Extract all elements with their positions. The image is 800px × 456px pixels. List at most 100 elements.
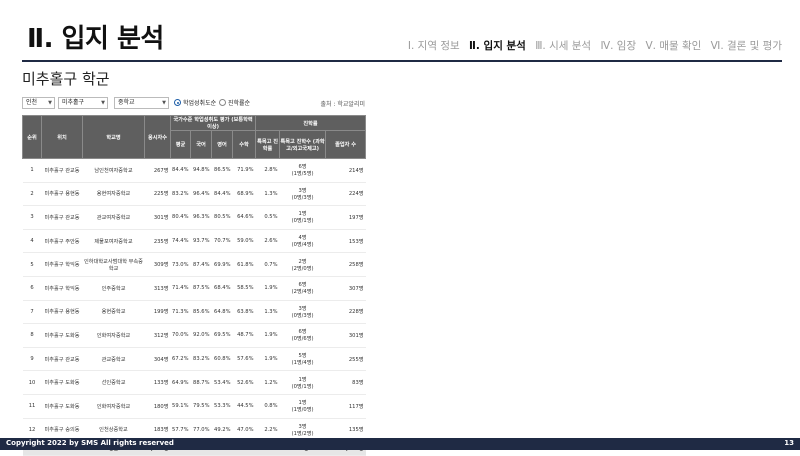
header-school: 학교명: [82, 115, 145, 159]
location-cell: 미추홀구 관교동: [41, 158, 83, 183]
special-count-total: 1명: [298, 400, 307, 407]
location-cell: 미추홀구 도화동: [41, 394, 83, 419]
special-rate-cell: 0.8%: [255, 394, 280, 419]
special-count-detail: (0명/3명): [291, 312, 314, 319]
avg-cell: 59.1%: [170, 394, 191, 419]
location-cell: 미추홀구 학익동: [41, 252, 83, 277]
page-number: 13: [784, 439, 794, 447]
rank-cell: 4: [22, 229, 42, 254]
avg-cell: 84.4%: [170, 158, 191, 183]
special-count-total: 2명: [298, 258, 307, 265]
english-cell: 53.3%: [211, 394, 233, 419]
math-cell: 57.6%: [232, 347, 256, 372]
special-rate-cell: 1.2%: [255, 370, 280, 395]
special-rate-cell: 1.9%: [255, 276, 280, 301]
table-body: 1 미추홀구 관교동 남인천여자중학교 267명 84.4% 94.8% 86.5% 71.9…: [22, 158, 366, 456]
special-rate-cell: 1.9%: [255, 347, 280, 372]
nav-item-conclusion[interactable]: Ⅵ. 결론 및 평가: [711, 40, 782, 52]
graduates-cell: 228명: [325, 300, 366, 325]
special-count-detail: (2명/0명): [291, 265, 314, 272]
chevron-down-icon: ▼: [101, 100, 105, 106]
school-type-select[interactable]: 중학교 ▼: [114, 97, 169, 109]
rank-cell: 8: [22, 323, 42, 348]
header-location: 위치: [41, 115, 83, 159]
korean-cell: 92.0%: [190, 323, 212, 348]
header-students: 응시자수: [144, 115, 171, 159]
english-cell: 80.5%: [211, 205, 233, 230]
special-count-detail: (1명/2명): [291, 430, 314, 437]
school-cell: 관교여자중학교: [82, 205, 145, 230]
header-achievement-group: 국가수준 학업성취도 평가 (보통학력이상): [169, 115, 257, 131]
special-rate-cell: 1.3%: [255, 182, 280, 207]
math-cell: 64.6%: [232, 205, 256, 230]
city-select[interactable]: 인천 ▼: [22, 97, 55, 109]
special-count-cell: 6명 (0명/6명): [279, 323, 326, 348]
rank-cell: 11: [22, 394, 42, 419]
table-row: 4 미추홀구 주안동 제물포여자중학교 235명 74.4% 93.7% 70.7% 59.0…: [22, 229, 366, 254]
nav-item-site-visit[interactable]: Ⅳ. 임장: [600, 40, 636, 52]
header-special-count: 특목고 진학수 (과학고/외고국제고): [279, 130, 327, 159]
english-cell: 68.4%: [211, 276, 233, 301]
header-divider: [22, 60, 782, 62]
english-cell: 86.5%: [211, 158, 233, 183]
special-rate-cell: 2.6%: [255, 229, 280, 254]
special-count-detail: (0명/1명): [291, 383, 314, 390]
math-cell: 44.5%: [232, 394, 256, 419]
district-select-value: 미추홀구: [62, 99, 85, 106]
special-rate-cell: 0.7%: [255, 252, 280, 277]
students-cell: 309명: [144, 252, 171, 277]
students-cell: 199명: [144, 300, 171, 325]
district-select[interactable]: 미추홀구 ▼: [58, 97, 108, 109]
english-cell: 69.9%: [211, 252, 233, 277]
school-cell: 인하대학교사범대학 부속중학교: [82, 252, 145, 277]
sort-advance-radio[interactable]: 진학률순: [219, 98, 250, 107]
math-cell: 71.9%: [232, 158, 256, 183]
special-count-detail: (1명/0명): [291, 407, 314, 414]
special-count-cell: 6명 (2명/4명): [279, 276, 326, 301]
korean-cell: 83.2%: [190, 347, 212, 372]
students-cell: 267명: [144, 158, 171, 183]
sort-achievement-radio[interactable]: 학업성취도순: [174, 98, 216, 107]
graduates-cell: 307명: [325, 276, 366, 301]
special-count-cell: 1명 (0명/1명): [279, 370, 326, 395]
header-rank: 순위: [22, 115, 42, 159]
table-row: 7 미추홀구 용현동 용현중학교 199명 71.3% 85.6% 64.8% 63.8% 1.…: [22, 300, 366, 325]
english-cell: 53.4%: [211, 370, 233, 395]
avg-cell: 70.0%: [170, 323, 191, 348]
school-cell: 제물포여자중학교: [82, 229, 145, 254]
school-cell: 인화여자중학교: [82, 323, 145, 348]
nav-item-listing-check[interactable]: Ⅴ. 매물 확인: [645, 40, 701, 52]
location-cell: 미추홀구 관교동: [41, 205, 83, 230]
avg-cell: 74.4%: [170, 229, 191, 254]
header-math: 수학: [231, 130, 257, 159]
avg-cell: 83.2%: [170, 182, 191, 207]
sort-advance-label: 진학률순: [228, 100, 251, 107]
rank-cell: 7: [22, 300, 42, 325]
avg-cell: 64.9%: [170, 370, 191, 395]
school-cell: 관교중학교: [82, 347, 145, 372]
nav-item-region-info[interactable]: Ⅰ. 지역 정보: [408, 40, 460, 52]
special-count-total: 6명: [298, 164, 307, 171]
school-ranking-table: 순위 위치 학교명 응시자수 국가수준 학업성취도 평가 (보통학력이상) 진학…: [22, 115, 367, 456]
special-count-total: 1명: [298, 376, 307, 383]
table-row: 3 미추홀구 관교동 관교여자중학교 301명 80.4% 96.3% 80.5% 64.6%…: [22, 205, 366, 230]
header-korean: 국어: [190, 130, 212, 159]
graduates-cell: 117명: [325, 394, 366, 419]
chevron-down-icon: ▼: [48, 100, 52, 106]
special-count-total: 5명: [298, 353, 307, 360]
special-count-detail: (0명/3명): [291, 194, 314, 201]
special-count-total: 3명: [298, 187, 307, 194]
nav-item-price-analysis[interactable]: Ⅲ. 시세 분석: [535, 40, 591, 52]
graduates-cell: 83명: [325, 370, 366, 395]
nav-item-location-analysis[interactable]: Ⅱ. 입지 분석: [469, 40, 526, 52]
special-count-detail: (0명/4명): [291, 242, 314, 249]
table-row: 5 미추홀구 학익동 인하대학교사범대학 부속중학교 309명 73.0% 87.4% 69…: [22, 252, 366, 277]
page-title: Ⅱ. 입지 분석: [27, 24, 164, 54]
korean-cell: 88.7%: [190, 370, 212, 395]
special-count-total: 3명: [298, 423, 307, 430]
english-cell: 60.8%: [211, 347, 233, 372]
location-cell: 미추홀구 주안동: [41, 229, 83, 254]
copyright-text: Copyright 2022 by SMS All rights reserve…: [6, 439, 174, 447]
location-cell: 미추홀구 도화동: [41, 370, 83, 395]
math-cell: 59.0%: [232, 229, 256, 254]
